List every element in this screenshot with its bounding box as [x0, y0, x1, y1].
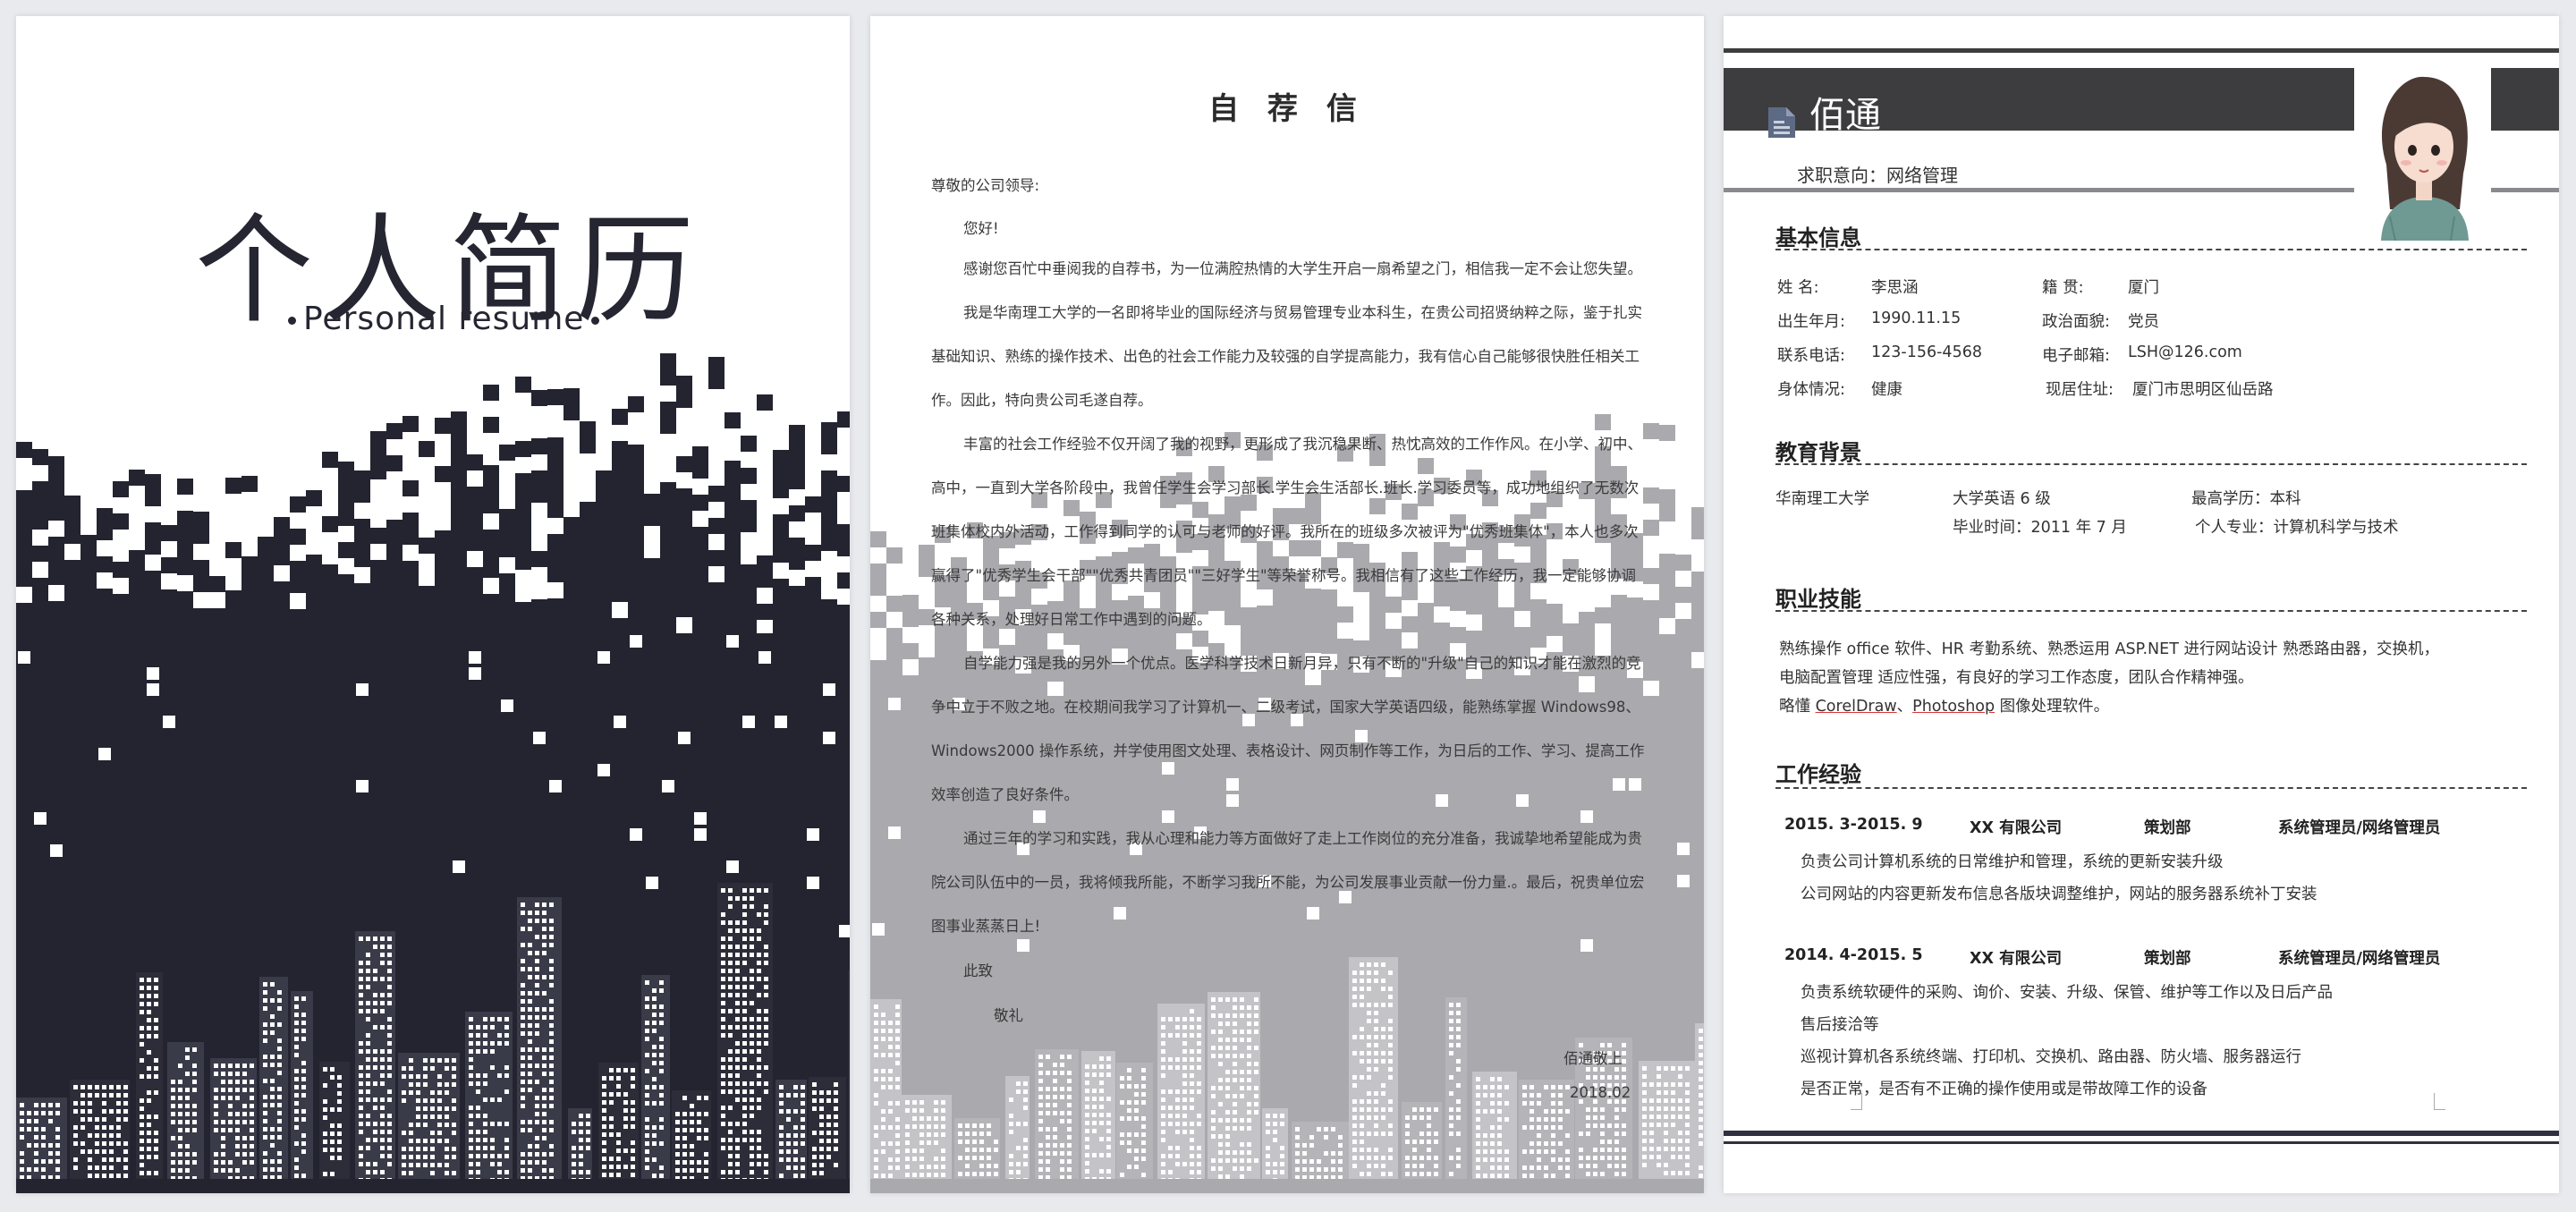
info-label: 现居住址:: [2046, 381, 2114, 399]
crop-mark: [2434, 1093, 2445, 1110]
info-value: 123-156-4568: [1871, 343, 1982, 361]
section-divider: [1775, 463, 2527, 465]
cover-letter-page: 自 荐 信 尊敬的公司领导: 您好! 感谢您百忙中垂阅我的自荐书，为一位满腔热情…: [870, 16, 1704, 1193]
letter-signature: 佰通敬上: [1563, 1050, 1623, 1067]
resume-name: 佰通: [1809, 95, 1881, 136]
skills-line-2: 电脑配置管理 适应性强，有良好的学习工作态度，团队合作精神强。: [1779, 669, 2254, 687]
resume-page: 佰通 求职意向：网络管理 基本信息 姓 名: 李思涵 籍 贯: 厦门 出生年月:…: [1724, 16, 2559, 1193]
cover-subtitle: Personal resume: [281, 301, 606, 337]
letter-date: 2018.02: [1570, 1084, 1631, 1101]
info-label: 籍 贯:: [2042, 279, 2084, 297]
job-intent-label: 求职意向：: [1797, 165, 1886, 186]
footer-rule: [1724, 1131, 2559, 1136]
job-role: 系统管理员/网络管理员: [2278, 950, 2441, 968]
footer-rule-thin: [1724, 1141, 2559, 1144]
edu-school: 华南理工大学: [1775, 490, 1869, 508]
skills-line-3: 略懂 CorelDraw、Photoshop 图像处理软件。: [1779, 694, 2109, 716]
letter-paragraph-1: 感谢您百忙中垂阅我的自荐书，为一位满腔热情的大学生开启一扇希望之门，相信我一定不…: [963, 260, 1642, 277]
letter-paragraph-3: 丰富的社会工作经验不仅开阔了我的视野，更形成了我沉稳果断、热忱高效的工作作风。在…: [931, 436, 1642, 628]
info-value: 厦门: [2128, 279, 2159, 297]
section-divider: [1775, 610, 2527, 612]
letter-greeting: 您好!: [963, 220, 999, 237]
document-icon: [1768, 107, 1795, 138]
job-intent-value: 网络管理: [1886, 165, 1958, 186]
job-duty: 负责系统软硬件的采购、询价、安装、升级、保管、维护等工作以及日后产品: [1801, 984, 2333, 1002]
letter-closing-1: 此致: [963, 962, 993, 979]
info-value: 厦门市思明区仙岳路: [2132, 381, 2274, 399]
job-duty: 公司网站的内容更新发布信息各版块调整维护，网站的服务器系统补丁安装: [1801, 886, 2318, 903]
skills-text: 、: [1896, 698, 1913, 716]
job-period: 2014. 4-2015. 5: [1784, 946, 1923, 964]
info-value: LSH@126.com: [2128, 343, 2242, 361]
job-company: XX 有限公司: [1970, 819, 2063, 837]
info-label: 身体情况:: [1777, 381, 1845, 399]
job-department: 策划部: [2144, 950, 2191, 968]
info-label: 出生年月:: [1777, 313, 1845, 331]
skill-coreldraw: CorelDraw: [1815, 698, 1897, 716]
info-label: 联系电话:: [1777, 347, 1845, 365]
section-title-education: 教育背景: [1775, 440, 1861, 465]
avatar-illustration: [2381, 76, 2469, 242]
skills-text: 略懂: [1779, 698, 1816, 716]
edu-english: 大学英语 6 级: [1953, 490, 2051, 508]
letter-paragraph-4: 自学能力强是我的另外一个优点。医学科学技术日新月异，只有不断的"升级"自己的知识…: [931, 655, 1645, 803]
edu-grad-date: 毕业时间：2011 年 7 月: [1953, 519, 2127, 537]
cover-page: 个人简历 Personal resume: [16, 16, 850, 1193]
skills-line-1: 熟练操作 office 软件、HR 考勤系统、熟悉运用 ASP.NET 进行网站…: [1779, 640, 2440, 658]
letter-paragraph-2: 我是华南理工大学的一名即将毕业的国际经济与贸易管理专业本科生，在贵公司招贤纳粹之…: [931, 304, 1642, 409]
section-title-basic: 基本信息: [1775, 225, 1861, 250]
section-title-skills: 职业技能: [1775, 587, 1861, 612]
info-label: 姓 名:: [1777, 279, 1819, 297]
job-role: 系统管理员/网络管理员: [2278, 819, 2441, 837]
info-value: 健康: [1871, 381, 1902, 399]
letter-closing-2: 敬礼: [994, 1007, 1023, 1024]
skills-text: 图像处理软件。: [1995, 698, 2110, 716]
job-period: 2015. 3-2015. 9: [1784, 816, 1923, 834]
avatar: [2354, 57, 2491, 242]
info-label: 电子邮箱:: [2042, 347, 2110, 365]
skill-photoshop: Photoshop: [1912, 698, 1996, 716]
job-duty: 负责公司计算机系统的日常维护和管理，系统的更新安装升级: [1801, 853, 2224, 871]
letter-paragraph-5: 通过三年的学习和实践，我从心理和能力等方面做好了走上工作岗位的充分准备，我诚挚地…: [931, 830, 1645, 935]
job-duty: 巡视计算机各系统终端、打印机、交换机、路由器、防火墙、服务器运行: [1801, 1048, 2301, 1066]
letter-salutation: 尊敬的公司领导:: [931, 177, 1040, 194]
job-duty: 售后接洽等: [1801, 1016, 1879, 1034]
info-value: 党员: [2128, 313, 2159, 331]
info-value: 1990.11.15: [1871, 309, 1962, 327]
info-label: 政治面貌:: [2042, 313, 2110, 331]
section-title-experience: 工作经验: [1775, 762, 1861, 787]
section-divider: [1775, 787, 2527, 789]
top-rule: [1724, 48, 2559, 53]
job-company: XX 有限公司: [1970, 950, 2063, 968]
name-band-right: [2491, 68, 2559, 131]
letter-title: 自 荐 信: [1208, 91, 1366, 127]
edu-major: 个人专业：计算机科学与技术: [2195, 519, 2399, 537]
edu-degree: 最高学历：本科: [2191, 490, 2301, 508]
info-value: 李思涵: [1871, 279, 1919, 297]
job-intent: 求职意向：网络管理: [1797, 161, 1958, 187]
crop-mark: [1851, 1093, 1862, 1110]
section-divider: [1775, 249, 2527, 250]
job-department: 策划部: [2144, 819, 2191, 837]
cover-subtitle-text: Personal resume: [303, 301, 585, 337]
